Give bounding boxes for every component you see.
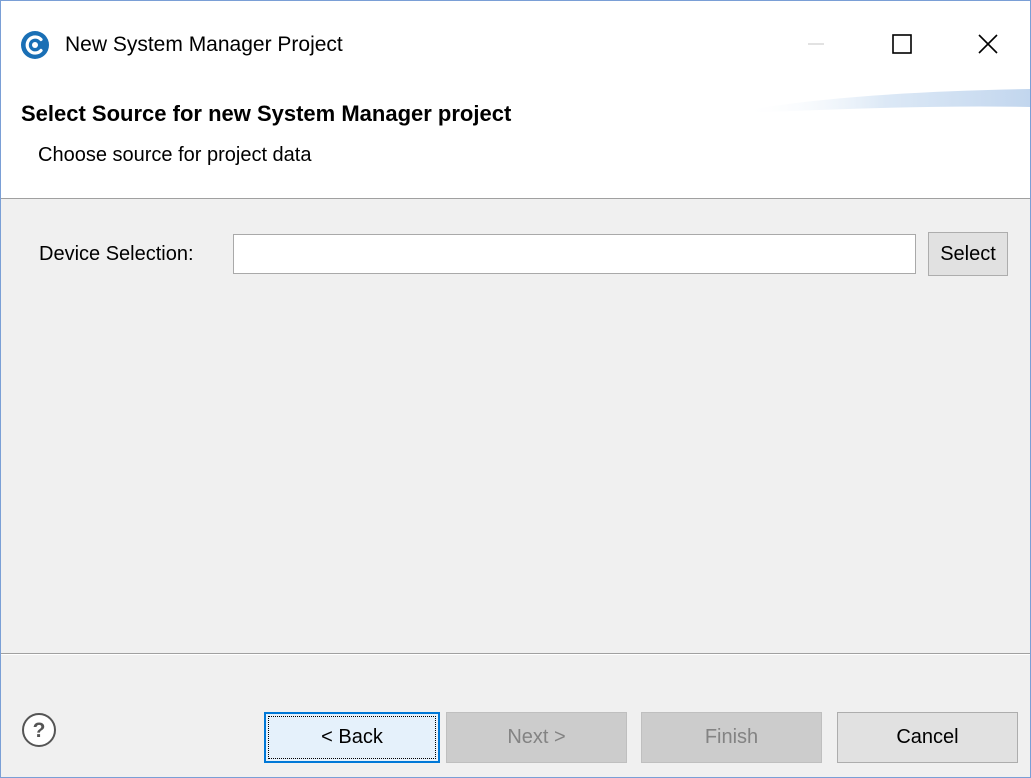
minimize-icon [808, 43, 824, 45]
device-selection-label: Device Selection: [39, 243, 194, 265]
close-button[interactable] [945, 1, 1031, 87]
footer-separator [1, 653, 1030, 655]
window-title: New System Manager Project [65, 33, 343, 56]
page-title: Select Source for new System Manager pro… [21, 101, 512, 126]
svg-text:?: ? [33, 719, 46, 742]
next-button[interactable]: Next > [446, 712, 627, 763]
header-banner-graphic [741, 89, 1030, 113]
wizard-window: New System Manager Project Select Source… [0, 0, 1031, 778]
help-icon[interactable]: ? [20, 711, 58, 749]
wizard-header: Select Source for new System Manager pro… [1, 87, 1030, 199]
back-button[interactable]: < Back [264, 712, 440, 763]
page-description: Choose source for project data [38, 144, 312, 166]
finish-button[interactable]: Finish [641, 712, 822, 763]
app-logo-icon [21, 31, 49, 59]
cancel-button[interactable]: Cancel [837, 712, 1018, 763]
device-selection-input[interactable] [233, 234, 916, 274]
minimize-button[interactable] [773, 1, 859, 87]
select-device-button[interactable]: Select [928, 232, 1008, 276]
maximize-button[interactable] [859, 1, 945, 87]
maximize-icon [892, 34, 912, 54]
title-bar: New System Manager Project [1, 1, 1030, 87]
back-button-label: < Back [268, 716, 436, 759]
close-icon [978, 34, 998, 54]
